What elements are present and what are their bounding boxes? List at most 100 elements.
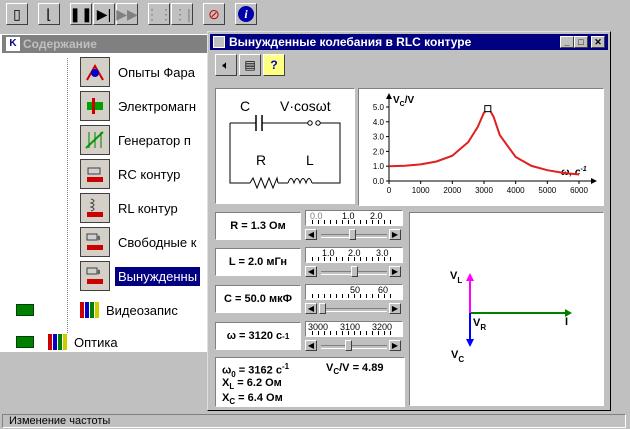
x-tick-label: 6000: [570, 186, 588, 195]
increase-arrow-icon[interactable]: ▶: [389, 340, 401, 351]
scale-tick: 1.0: [342, 211, 355, 221]
decrease-arrow-icon[interactable]: ◀: [305, 266, 317, 277]
toc-item-label: RL контур: [118, 200, 178, 216]
rl-thumbnail-icon: [80, 193, 110, 223]
toc-item-optics[interactable]: Оптика: [16, 326, 121, 358]
toc-item-faraday[interactable]: Опыты Фара: [80, 56, 198, 88]
pause-icon[interactable]: ❚❚: [69, 3, 93, 25]
capacitance-slider-thumb[interactable]: [319, 303, 326, 314]
voltage-ratio: VC/V = 4.89: [326, 362, 383, 376]
toc-item-forced-oscillations[interactable]: Вынужденны: [80, 260, 201, 292]
toc-item-label: Электромагн: [118, 98, 197, 114]
toc-item-free-oscillations[interactable]: Свободные к: [80, 226, 199, 258]
frequency-slider-thumb[interactable]: [345, 340, 352, 351]
scale-tick: 2.0: [370, 211, 383, 221]
maximize-button[interactable]: □: [574, 36, 588, 48]
resistance-slider-thumb[interactable]: [349, 229, 356, 240]
book-icon: K: [6, 37, 20, 51]
frequency-exponent: -1: [282, 331, 290, 341]
source-label: V·cosωt: [280, 98, 331, 114]
resistance-scale: 0.0 1.0 2.0: [305, 210, 403, 226]
close-button[interactable]: ✕: [591, 36, 605, 48]
capacitive-reactance: XC = 6.4 Ом: [222, 392, 283, 406]
increase-arrow-icon[interactable]: ▶: [389, 303, 401, 314]
frequency-value: ω = 3120 с -1: [215, 322, 301, 350]
rc-thumbnail-icon: [80, 159, 110, 189]
simulation-window: Вынужденные колебания в RLC контуре _ □ …: [207, 31, 611, 411]
graph-icon[interactable]: ⌊: [38, 3, 60, 25]
scale-tick: 50: [350, 285, 361, 295]
toc-item-generator[interactable]: Генератор п: [80, 124, 194, 156]
scale-tick: 2.0: [348, 248, 361, 258]
exit-icon[interactable]: ▯: [6, 3, 28, 25]
decrease-arrow-icon[interactable]: ◀: [305, 229, 317, 240]
step-icon[interactable]: ▶|: [93, 3, 115, 25]
electromagnet-thumbnail-icon: [80, 91, 110, 121]
scale-tick: 3000: [308, 322, 329, 332]
contents-title: Содержание: [23, 37, 97, 51]
help-button[interactable]: ?: [263, 54, 285, 76]
capacitance-value: C = 50.0 мкФ: [215, 285, 301, 313]
scale-tick: 3100: [340, 322, 361, 332]
scale-tick: 1.0: [322, 248, 335, 258]
resonance-chart: 0 1000 2000 3000 4000 5000 6000 0.0 1.0 2.0 3.0 4.0…: [373, 93, 597, 195]
rlc-circuit-diagram: C V·cosωt R L: [229, 98, 341, 190]
fast-forward-icon[interactable]: ▶▶: [116, 3, 138, 25]
info-icon[interactable]: i: [235, 3, 257, 25]
inductance-slider: 1.0 2.0 3.0 ◀ ▶: [305, 247, 405, 281]
resonance-curve: [388, 107, 580, 176]
resistance-track: ◀ ▶: [305, 229, 403, 242]
sound-off-icon[interactable]: ⊘: [203, 3, 225, 25]
minimize-button[interactable]: _: [560, 36, 574, 48]
y-tick-label: 5.0: [373, 103, 385, 112]
document-button[interactable]: ▤: [239, 54, 261, 76]
ratio-value: /V = 4.89: [339, 362, 384, 374]
inductance-track: ◀ ▶: [305, 266, 403, 279]
generator-thumbnail-icon: [80, 125, 110, 155]
inductance-value: L = 2.0 мГн: [215, 248, 301, 276]
current-point-marker: [484, 105, 492, 113]
help-icon: ?: [270, 58, 278, 72]
increase-arrow-icon[interactable]: ▶: [389, 229, 401, 240]
forced-oscillations-thumbnail-icon: [80, 261, 110, 291]
toc-item-video[interactable]: Видеозапис: [16, 294, 181, 326]
circuit-panel: C V·cosωt R L: [215, 88, 355, 204]
window-icon: [213, 36, 225, 48]
w0-value: = 3162 с: [235, 364, 282, 377]
x-tick-label: 1000: [412, 186, 430, 195]
vc-label-sub: C: [458, 355, 464, 364]
step-end-icon[interactable]: ⋮|: [171, 3, 193, 25]
toc-item-rc-circuit[interactable]: RC контур: [80, 158, 183, 190]
vr-label-sub: R: [480, 323, 486, 332]
closed-book-icon: [16, 304, 34, 316]
scale-tick: 0.0: [310, 211, 323, 221]
y-tick-label: 0.0: [373, 177, 385, 186]
increase-arrow-icon[interactable]: ▶: [389, 266, 401, 277]
capacitor-label: C: [240, 98, 250, 114]
y-axis-arrow-icon: [386, 93, 392, 99]
speaker-icon: 🔈︎: [222, 57, 230, 72]
inductance-scale: 1.0 2.0 3.0: [305, 247, 403, 263]
decrease-arrow-icon[interactable]: ◀: [305, 340, 317, 351]
toc-item-label: Видеозапис: [106, 302, 178, 318]
frequency-scale: 3000 3100 3200: [305, 321, 403, 337]
step-forward-icon[interactable]: ⋮⋮: [145, 3, 173, 25]
decrease-arrow-icon[interactable]: ◀: [305, 303, 317, 314]
toc-item-rl-circuit[interactable]: RL контур: [80, 192, 181, 224]
toc-item-label: Генератор п: [118, 132, 191, 148]
closed-book-icon: [16, 336, 34, 348]
frequency-slider: 3000 3100 3200 ◀ ▶: [305, 321, 405, 355]
inductance-slider-thumb[interactable]: [351, 266, 358, 277]
window-title-bar[interactable]: Вынужденные колебания в RLC контуре _ □ …: [210, 34, 608, 50]
window-title: Вынужденные колебания в RLC контуре: [229, 35, 472, 49]
frequency-track: ◀ ▶: [305, 340, 403, 353]
sound-button[interactable]: 🔈︎: [215, 54, 237, 76]
document-icon: ▤: [244, 58, 256, 72]
faraday-thumbnail-icon: [80, 57, 110, 87]
xl-value: = 6.2 Ом: [234, 377, 282, 389]
toc-item-label: Оптика: [74, 334, 118, 350]
toc-item-electromagnetic[interactable]: Электромагн: [80, 90, 199, 122]
x-tick-label: 3000: [475, 186, 493, 195]
x-tick-label: 5000: [538, 186, 556, 195]
capacitance-slider: 50 60 ◀ ▶: [305, 284, 405, 318]
